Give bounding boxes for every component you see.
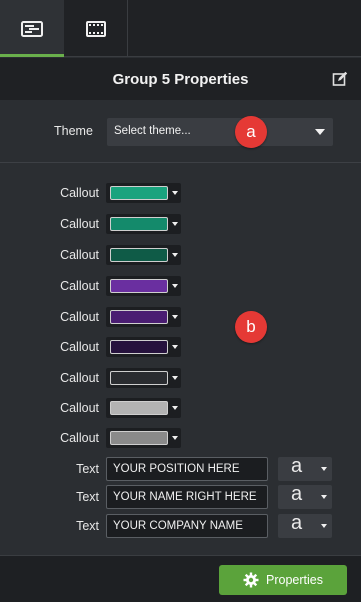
chevron-down-icon [172,345,178,349]
callout-row: Callout [0,368,361,388]
chevron-down-icon [172,315,178,319]
callout-label: Callout [60,248,99,262]
theme-label: Theme [54,124,93,138]
font-style-dropdown[interactable]: a [278,455,332,481]
callout-color-picker[interactable] [106,307,181,327]
text-label: Text [76,519,99,533]
chevron-down-icon [321,467,327,471]
color-swatch [110,310,168,324]
callout-color-picker[interactable] [106,428,181,448]
font-style-dropdown[interactable]: a [278,512,332,538]
color-swatch [110,371,168,385]
panel-header: Group 5 Properties [0,58,361,100]
callout-row: Callout [0,276,361,296]
callout-color-picker[interactable] [106,245,181,265]
callout-row: Callout [0,398,361,418]
edit-icon[interactable] [332,71,348,87]
callout-row: Callout [0,337,361,357]
color-swatch [110,217,168,231]
chevron-down-icon [172,406,178,410]
properties-button-label: Properties [266,573,323,587]
text-row: Text YOUR COMPANY NAME a [0,512,361,538]
text-label: Text [76,490,99,504]
annotation-marker-b: b [235,311,267,343]
callout-color-picker[interactable] [106,276,181,296]
callout-color-picker[interactable] [106,368,181,388]
callout-label: Callout [60,310,99,324]
film-strip-icon [86,20,106,37]
chevron-down-icon [172,253,178,257]
callout-label: Callout [60,340,99,354]
callout-label: Callout [60,431,99,445]
callout-row: Callout [0,307,361,327]
callout-label: Callout [60,186,99,200]
chevron-down-icon [172,436,178,440]
theme-row: Theme Select theme... [0,110,361,150]
font-style-dropdown[interactable]: a [278,483,332,509]
text-label: Text [76,462,99,476]
callout-label: Callout [60,371,99,385]
text-row: Text YOUR POSITION HERE a [0,455,361,481]
callout-row: Callout [0,214,361,234]
color-swatch [110,340,168,354]
text-field[interactable]: YOUR POSITION HERE [106,457,268,481]
text-row: Text YOUR NAME RIGHT HERE a [0,483,361,509]
color-swatch [110,401,168,415]
callout-color-picker[interactable] [106,337,181,357]
text-field[interactable]: YOUR NAME RIGHT HERE [106,485,268,509]
chevron-down-icon [172,222,178,226]
color-swatch [110,186,168,200]
theme-select[interactable]: Select theme... [107,118,333,146]
tab-bar [0,0,361,57]
chevron-down-icon [321,524,327,528]
chevron-down-icon [315,129,325,135]
tab-properties[interactable] [0,0,64,57]
footer: Properties [0,555,361,602]
properties-button[interactable]: Properties [219,565,347,595]
chevron-down-icon [172,376,178,380]
theme-select-value: Select theme... [114,125,191,137]
color-swatch [110,279,168,293]
font-glyph: a [291,455,303,477]
callout-color-picker[interactable] [106,214,181,234]
callout-row: Callout [0,245,361,265]
callout-label: Callout [60,279,99,293]
callout-row: Callout [0,428,361,448]
tab-divider [127,0,128,57]
properties-panel-icon [21,20,43,37]
chevron-down-icon [172,284,178,288]
font-glyph: a [291,512,303,534]
chevron-down-icon [321,495,327,499]
callout-color-picker[interactable] [106,398,181,418]
text-field[interactable]: YOUR COMPANY NAME [106,514,268,538]
callout-row: Callout [0,183,361,203]
color-swatch [110,431,168,445]
panel-title: Group 5 Properties [112,70,249,88]
chevron-down-icon [172,191,178,195]
callout-label: Callout [60,401,99,415]
callout-label: Callout [60,217,99,231]
annotation-marker-a: a [235,116,267,148]
callout-color-picker[interactable] [106,183,181,203]
color-swatch [110,248,168,262]
section-divider [0,162,361,163]
tab-media[interactable] [64,0,128,57]
font-glyph: a [291,483,303,505]
gear-icon [243,572,259,588]
